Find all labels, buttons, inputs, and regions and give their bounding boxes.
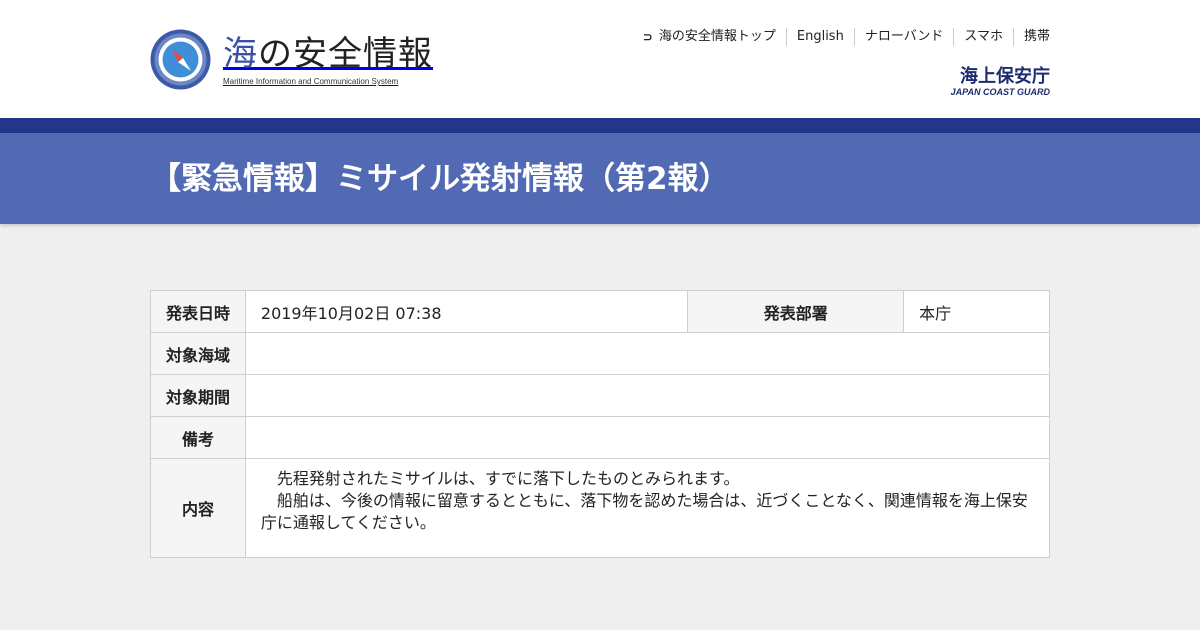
content-label: 内容 <box>150 458 246 558</box>
area-label: 対象海域 <box>150 332 246 375</box>
content-value: 先程発射されたミサイルは、すでに落下したものとみられます。 船舶は、今後の情報に… <box>244 458 1051 558</box>
issued-value: 2019年10月02日 07:38 <box>244 290 689 333</box>
content-line-1: 先程発射されたミサイルは、すでに落下したものとみられます。 <box>260 469 740 488</box>
nav-top-label: 海の安全情報トップ <box>658 29 776 44</box>
header-divider-band <box>0 118 1200 133</box>
nav-english-link[interactable]: English <box>785 28 854 46</box>
remarks-label: 備考 <box>150 416 246 459</box>
table-row: 発表日時 2019年10月02日 07:38 発表部署 本庁 <box>150 290 1050 333</box>
period-label: 対象期間 <box>150 374 246 417</box>
site-title: 海の安全情報 <box>223 34 433 74</box>
site-logo[interactable]: 海の安全情報 Maritime Information and Communic… <box>150 29 433 90</box>
nav-smartphone-link[interactable]: スマホ <box>953 28 1013 46</box>
logo-text: 海の安全情報 Maritime Information and Communic… <box>223 29 433 87</box>
coast-guard-logo[interactable]: 海上保安庁 JAPAN COAST GUARD <box>951 67 1050 98</box>
coast-guard-name-en: JAPAN COAST GUARD <box>950 87 1050 97</box>
table-row: 備考 <box>150 416 1051 459</box>
issued-label: 発表日時 <box>150 290 246 333</box>
period-value <box>244 374 1051 417</box>
top-nav: ⊃ 海の安全情報トップ English ナローバンド スマホ 携帯 <box>633 28 1050 46</box>
nav-top-link[interactable]: ⊃ 海の安全情報トップ <box>633 28 786 46</box>
area-value <box>244 332 1051 375</box>
site-header: 海の安全情報 Maritime Information and Communic… <box>0 0 1200 118</box>
content-line-2: 船舶は、今後の情報に留意するとともに、落下物を認めた場合は、近づくことなく、関連… <box>260 491 1028 532</box>
return-arrow-icon: ⊃ <box>642 30 653 44</box>
nav-mobile-link[interactable]: 携帯 <box>1012 28 1050 46</box>
page-title: 【緊急情報】ミサイル発射情報（第2報） <box>150 161 730 197</box>
site-subtitle: Maritime Information and Communication S… <box>223 77 399 86</box>
title-band: 【緊急情報】ミサイル発射情報（第2報） <box>0 133 1200 224</box>
table-row: 対象期間 <box>150 374 1051 417</box>
table-row: 内容 先程発射されたミサイルは、すでに落下したものとみられます。 船舶は、今後の… <box>150 458 1051 558</box>
dept-label: 発表部署 <box>687 290 905 333</box>
nav-narrowband-link[interactable]: ナローバンド <box>853 28 954 46</box>
info-table: 発表日時 2019年10月02日 07:38 発表部署 本庁 対象海域 対象期間… <box>150 290 1051 558</box>
table-row: 対象海域 <box>150 332 1051 375</box>
dept-value: 本庁 <box>903 290 1050 333</box>
compass-icon <box>150 29 211 90</box>
remarks-value <box>244 416 1051 459</box>
coast-guard-name-jp: 海上保安庁 <box>960 66 1050 87</box>
